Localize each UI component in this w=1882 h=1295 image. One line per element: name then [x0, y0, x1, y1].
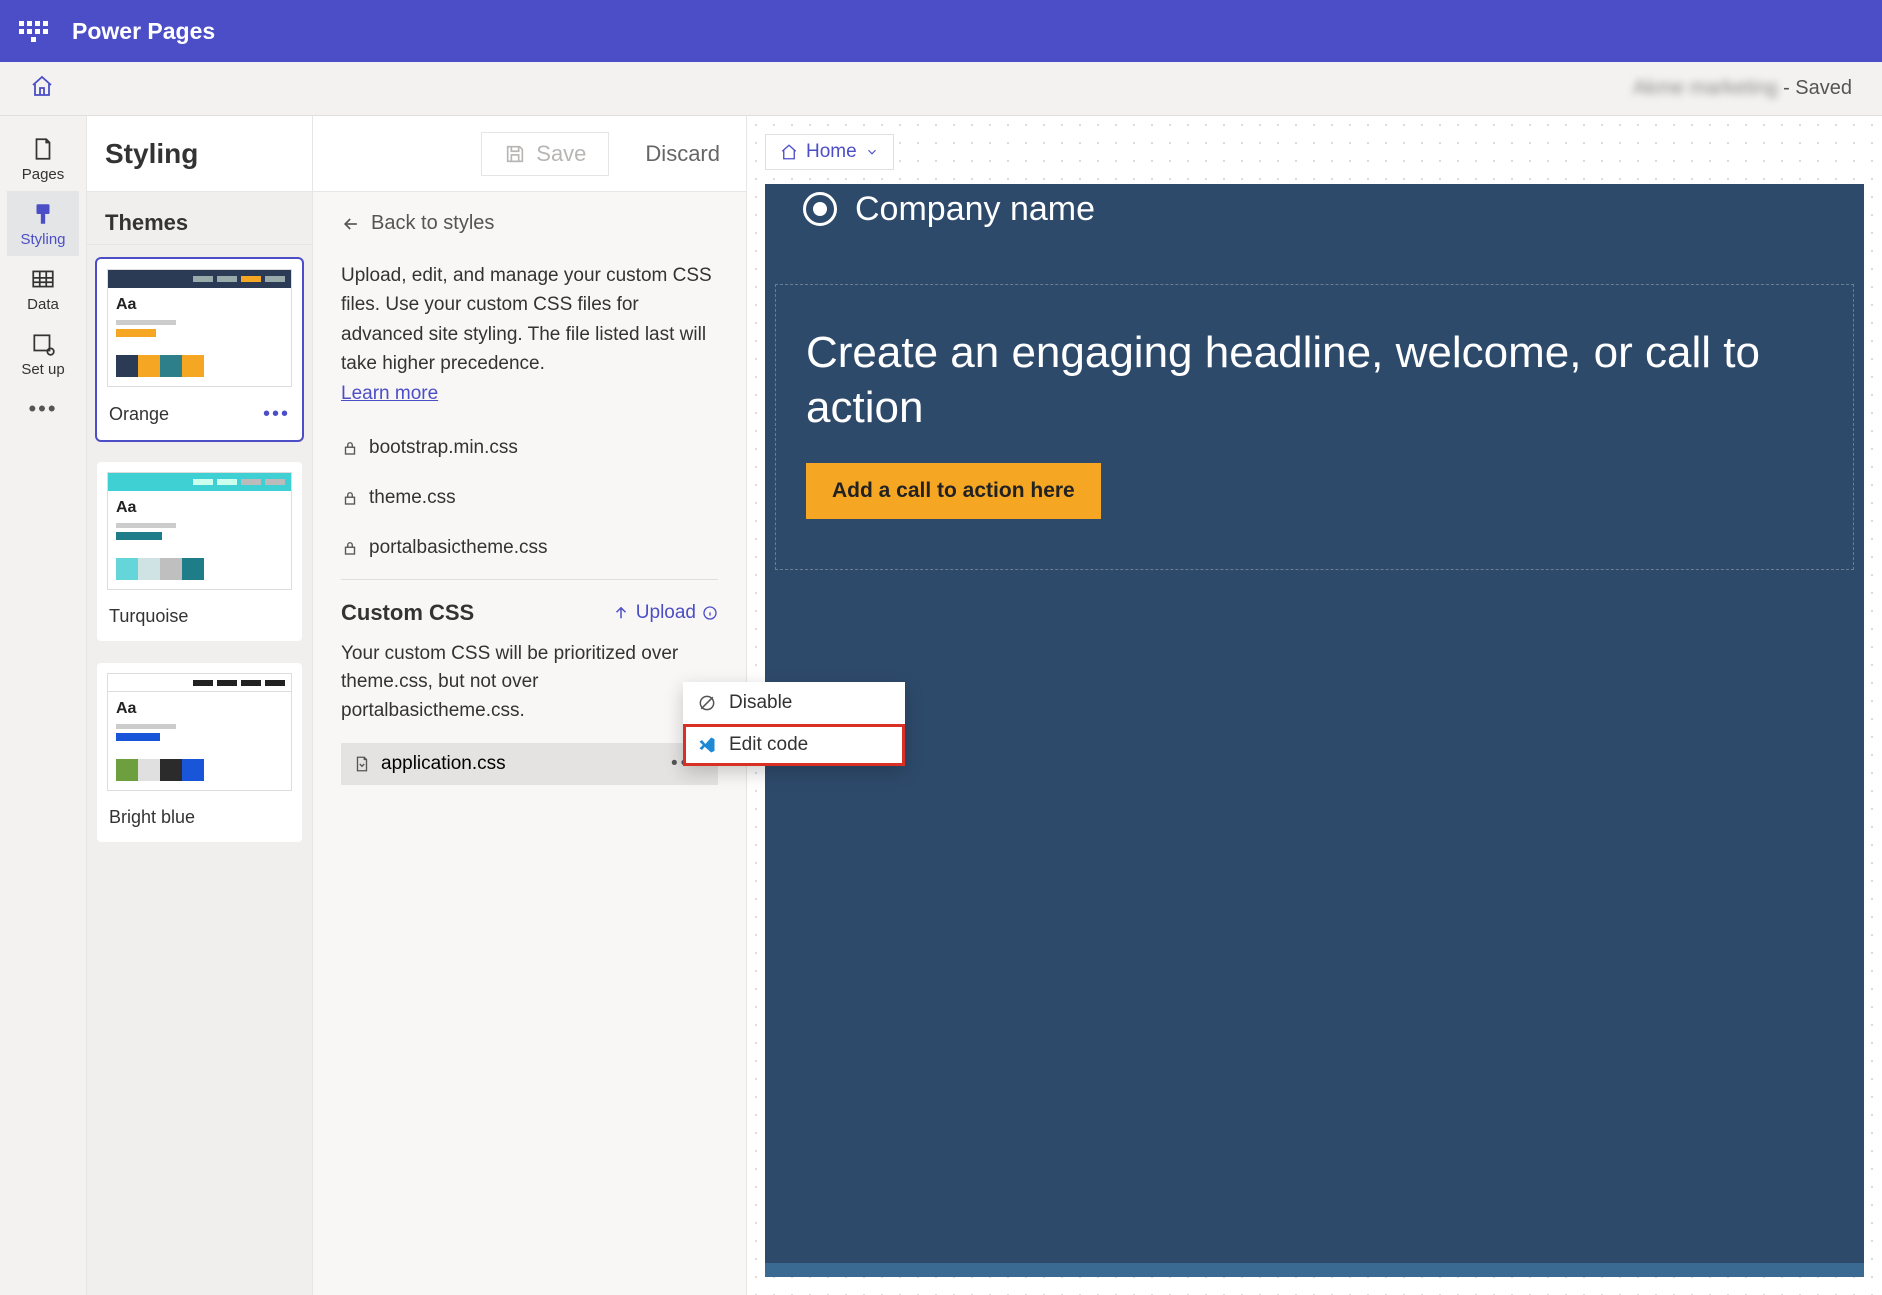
themes-list[interactable]: Aa Orange ••• A [87, 245, 312, 1295]
menu-item-label: Edit code [729, 734, 808, 756]
styling-page-title-row: Styling [87, 116, 312, 192]
chevron-down-icon [865, 145, 879, 159]
upload-icon [612, 604, 630, 622]
rail-label: Styling [20, 231, 65, 248]
theme-label: Bright blue [109, 807, 195, 828]
custom-css-heading: Custom CSS [341, 600, 474, 626]
custom-css-file-row[interactable]: application.css ••• [341, 743, 718, 785]
preview-site: Company name Create an engaging headline… [765, 184, 1864, 1277]
info-icon [702, 605, 718, 621]
upload-label: Upload [636, 602, 696, 624]
disable-icon [697, 693, 717, 713]
rail-item-styling[interactable]: Styling [7, 191, 79, 256]
rail-label: Data [27, 296, 59, 313]
save-icon [504, 143, 526, 165]
rail-label: Pages [22, 166, 65, 183]
css-file-name: theme.css [369, 487, 456, 509]
company-name: Company name [855, 190, 1095, 229]
css-file-row[interactable]: portalbasictheme.css [341, 523, 718, 573]
vscode-icon [697, 735, 717, 755]
learn-more-link[interactable]: Learn more [341, 383, 438, 405]
themes-heading: Themes [87, 192, 312, 245]
preview-header: Company name [765, 184, 1864, 264]
page-title: Styling [105, 138, 198, 170]
lock-file-icon [341, 439, 359, 457]
themes-column: Styling Themes Aa Orange [87, 116, 313, 1295]
theme-label: Turquoise [109, 606, 188, 627]
breadcrumb-bar: Akme marketing - Saved [0, 62, 1882, 116]
breadcrumb-label: Home [806, 141, 857, 163]
app-launcher-icon[interactable] [16, 14, 50, 48]
back-label: Back to styles [371, 212, 494, 235]
css-description: Upload, edit, and manage your custom CSS… [341, 261, 718, 379]
custom-file-name: application.css [381, 753, 506, 775]
rail-item-data[interactable]: Data [7, 256, 79, 321]
toolbar: Save Discard [313, 116, 746, 192]
css-file-name: portalbasictheme.css [369, 537, 547, 559]
company-logo-icon [803, 192, 837, 226]
back-to-styles-link[interactable]: Back to styles [341, 212, 718, 235]
theme-preview: Aa [107, 673, 292, 791]
theme-card-brightblue[interactable]: Aa Bright blue [97, 663, 302, 842]
save-button[interactable]: Save [481, 132, 609, 176]
discard-button[interactable]: Discard [645, 141, 720, 167]
rail-more-icon[interactable]: ••• [28, 396, 57, 422]
css-file-row[interactable]: bootstrap.min.css [341, 423, 718, 473]
file-icon [353, 755, 371, 773]
preview-breadcrumb[interactable]: Home [765, 134, 894, 170]
menu-item-disable[interactable]: Disable [683, 682, 905, 724]
rail-item-setup[interactable]: Set up [7, 321, 79, 386]
css-file-name: bootstrap.min.css [369, 437, 518, 459]
arrow-left-icon [341, 214, 361, 234]
suite-header: Power Pages [0, 0, 1882, 62]
theme-preview: Aa [107, 269, 292, 387]
app-title: Power Pages [72, 18, 215, 45]
site-name: Akme marketing [1633, 77, 1778, 99]
theme-preview: Aa [107, 472, 292, 590]
upload-button[interactable]: Upload [612, 602, 718, 624]
preview-hero[interactable]: Create an engaging headline, welcome, or… [775, 284, 1854, 570]
rail-item-pages[interactable]: Pages [7, 126, 79, 191]
custom-css-description: Your custom CSS will be prioritized over… [341, 640, 718, 726]
theme-more-icon[interactable]: ••• [263, 403, 290, 426]
save-state: - Saved [1778, 77, 1852, 99]
save-label: Save [536, 141, 586, 167]
theme-card-turquoise[interactable]: Aa Turquoise [97, 462, 302, 641]
rail-label: Set up [21, 361, 64, 378]
cta-button[interactable]: Add a call to action here [806, 463, 1101, 519]
left-rail: Pages Styling Data Set up ••• [0, 116, 86, 1295]
home-icon[interactable] [30, 74, 54, 103]
site-preview-panel: Home Company name Create an engaging hea… [747, 116, 1882, 1295]
lock-file-icon [341, 489, 359, 507]
home-icon [780, 143, 798, 161]
hero-headline: Create an engaging headline, welcome, or… [806, 325, 1823, 435]
css-panel: Save Discard Back to styles Upload, edit… [313, 116, 747, 1295]
site-status: Akme marketing - Saved [1633, 77, 1852, 100]
file-context-menu: Disable Edit code [683, 682, 905, 766]
menu-item-label: Disable [729, 692, 792, 714]
theme-card-orange[interactable]: Aa Orange ••• [97, 259, 302, 440]
css-file-row[interactable]: theme.css [341, 473, 718, 523]
lock-file-icon [341, 539, 359, 557]
preview-footer-stripe [765, 1263, 1864, 1277]
theme-label: Orange [109, 404, 169, 425]
menu-item-edit-code[interactable]: Edit code [683, 724, 905, 766]
